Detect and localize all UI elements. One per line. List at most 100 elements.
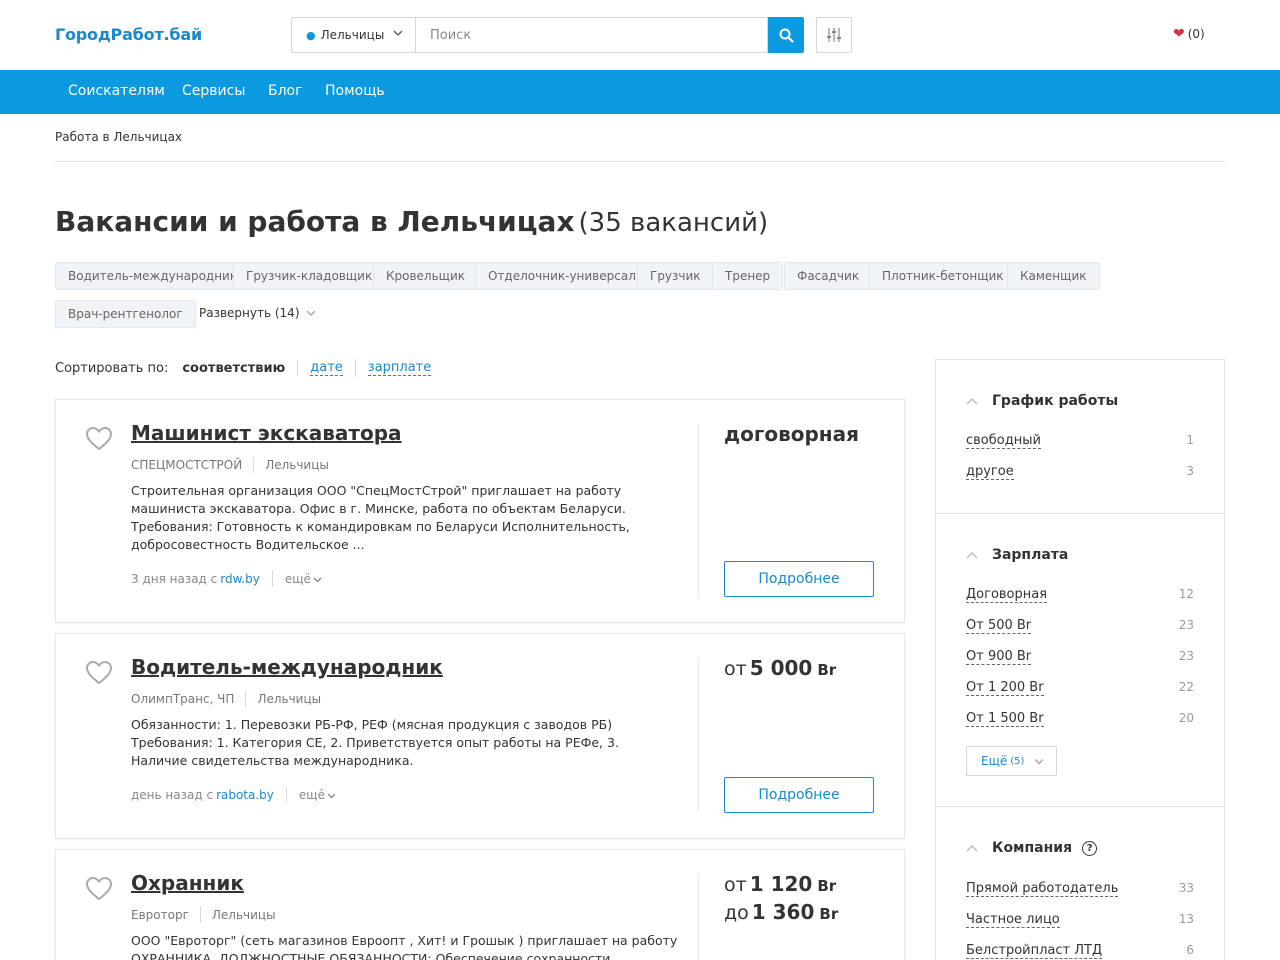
chevron-up-icon	[966, 845, 978, 852]
vacancy-city: Лельчицы	[257, 692, 322, 706]
filter-option[interactable]: Частное лицо 13	[966, 912, 1194, 928]
tag-chip[interactable]: Кровельщик	[373, 262, 479, 290]
filter-option-count: 23	[1178, 649, 1194, 663]
help-icon[interactable]: ?	[1082, 840, 1098, 856]
vacancy-title[interactable]: Водитель-международник	[131, 655, 443, 679]
filter-header-schedule[interactable]: График работы	[966, 393, 1118, 409]
filter-sliders-icon	[827, 28, 841, 42]
salary-prefix: от	[724, 874, 747, 896]
filter-option[interactable]: От 900 Br 23	[966, 649, 1194, 665]
chevron-down-icon	[313, 577, 322, 582]
vacancy-source-link[interactable]: rabota.by	[216, 788, 274, 802]
show-more-salary-button[interactable]: Ещё (5)	[966, 746, 1058, 776]
location-pin-icon: ●	[306, 28, 316, 42]
filter-header-salary[interactable]: Зарплата	[966, 547, 1068, 563]
tag-chip[interactable]: Грузчик	[637, 262, 714, 290]
more-label: ещё	[284, 572, 311, 586]
tag-chip[interactable]: Плотник-бетонщик	[869, 262, 1017, 290]
nav-item-services[interactable]: Сервисы	[182, 83, 245, 99]
tag-chip[interactable]: Тренер	[712, 262, 784, 290]
details-button[interactable]: Подробнее	[724, 561, 874, 597]
header: ГородРабот.бай ● Лельчицы ❤ (0)	[0, 0, 1280, 70]
meta-divider	[253, 457, 255, 473]
main-nav: Соискателям Сервисы Блог Помощь	[0, 70, 1280, 114]
filter-option-label: Частное лицо	[966, 912, 1060, 928]
filter-option[interactable]: Прямой работодатель 33	[966, 881, 1194, 897]
salary-value: 1 120	[749, 872, 813, 896]
filter-option-count: 1	[1186, 433, 1194, 447]
sort-label: Сортировать по:	[55, 360, 169, 376]
page-title-text: Вакансии и работа в Лельчицах	[55, 205, 575, 238]
salary-prefix: до	[724, 902, 749, 924]
filter-option[interactable]: свободный 1	[966, 433, 1194, 449]
breadcrumb[interactable]: Работа в Лельчицах	[55, 130, 182, 144]
filter-option[interactable]: От 1 500 Br 20	[966, 711, 1194, 727]
tag-chip[interactable]: Каменщик	[1007, 262, 1100, 290]
site-logo[interactable]: ГородРабот.бай	[55, 25, 202, 44]
filter-option-label: От 1 200 Br	[966, 680, 1044, 696]
vacancy-salary: договорная	[724, 422, 859, 446]
vacancy-meta: Евроторг Лельчицы	[131, 907, 276, 923]
tag-chip[interactable]: Водитель-международник	[55, 262, 251, 290]
salary-currency: Br	[817, 877, 837, 895]
vacancy-company[interactable]: Евроторг	[131, 908, 189, 922]
vacancy-company[interactable]: СПЕЦМОСТСТРОЙ	[131, 458, 242, 472]
vacancy-source-link[interactable]: rdw.by	[220, 572, 260, 586]
search-input[interactable]	[415, 17, 768, 53]
heart-outline-icon[interactable]	[85, 876, 113, 902]
tag-chip[interactable]: Врач-рентгенолог	[55, 300, 196, 328]
filter-option[interactable]: другое 3	[966, 464, 1194, 480]
salary-currency: Br	[819, 905, 839, 923]
filter-option[interactable]: От 1 200 Br 22	[966, 680, 1194, 696]
favorites-link[interactable]: ❤ (0)	[1173, 27, 1205, 41]
expand-tags-button[interactable]: Развернуть (14)	[199, 306, 316, 320]
filter-option[interactable]: От 500 Br 23	[966, 618, 1194, 634]
search-button[interactable]	[768, 17, 804, 53]
filter-option-label: От 500 Br	[966, 618, 1032, 634]
filter-option-label: От 900 Br	[966, 649, 1032, 665]
sort-option-date[interactable]: дате	[310, 360, 343, 376]
heart-outline-icon[interactable]	[85, 660, 113, 686]
sidebar-divider	[936, 806, 1224, 807]
meta-divider	[199, 907, 201, 923]
filter-title: Компания	[992, 840, 1073, 856]
search-bar: ● Лельчицы	[291, 17, 804, 53]
vacancy-title[interactable]: Машинист экскаватора	[131, 421, 402, 445]
vacancy-footer: день назад с rabota.by ещё	[131, 787, 336, 803]
vacancy-company[interactable]: ОлимпТранс, ЧП	[131, 692, 234, 706]
nav-item-help[interactable]: Помощь	[325, 83, 385, 99]
heart-outline-icon[interactable]	[85, 426, 113, 452]
vacancy-description: Строительная организация ООО "СпецМостСт…	[131, 483, 630, 552]
card-divider	[698, 875, 699, 960]
sort-option-relevance[interactable]: соответствию	[182, 360, 299, 376]
vacancy-city: Лельчицы	[265, 458, 329, 472]
tag-chip[interactable]: Грузчик-кладовщик	[233, 262, 386, 290]
vacancy-salary: от 5 000 Br	[724, 656, 836, 680]
vacancy-salary-from: от 1 120 Br	[724, 872, 836, 896]
sidebar-divider	[936, 513, 1224, 514]
details-button[interactable]: Подробнее	[724, 777, 874, 813]
filter-option[interactable]: Белстройпласт ЛТД 6	[966, 943, 1194, 959]
tag-chip[interactable]: Отделочник-универсал	[475, 262, 649, 290]
salary-prefix: от	[724, 658, 747, 680]
vacancy-more-button[interactable]: ещё	[285, 572, 322, 586]
filter-option-label: Договорная	[966, 587, 1048, 603]
nav-item-blog[interactable]: Блог	[268, 83, 302, 99]
filter-option-count: 3	[1186, 464, 1194, 478]
vacancy-more-button[interactable]: ещё	[299, 788, 336, 802]
vacancy-posted: 3 дня назад с	[131, 572, 218, 586]
filter-button[interactable]	[816, 17, 852, 53]
filter-option-count: 22	[1178, 680, 1194, 694]
filter-header-company[interactable]: Компания ?	[966, 840, 1098, 856]
city-select[interactable]: ● Лельчицы	[291, 17, 415, 53]
sort-option-salary[interactable]: зарплате	[367, 360, 432, 376]
chevron-down-icon	[1035, 758, 1044, 764]
tag-chip[interactable]: Фасадчик	[784, 262, 873, 290]
footer-divider	[285, 787, 287, 803]
footer-divider	[271, 571, 273, 587]
filter-option[interactable]: Договорная 12	[966, 587, 1194, 603]
vacancy-title[interactable]: Охранник	[131, 871, 244, 895]
vacancy-meta: ОлимпТранс, ЧП Лельчицы	[131, 691, 321, 707]
show-more-count: (5)	[1010, 755, 1025, 767]
nav-item-seekers[interactable]: Соискателям	[68, 83, 165, 99]
